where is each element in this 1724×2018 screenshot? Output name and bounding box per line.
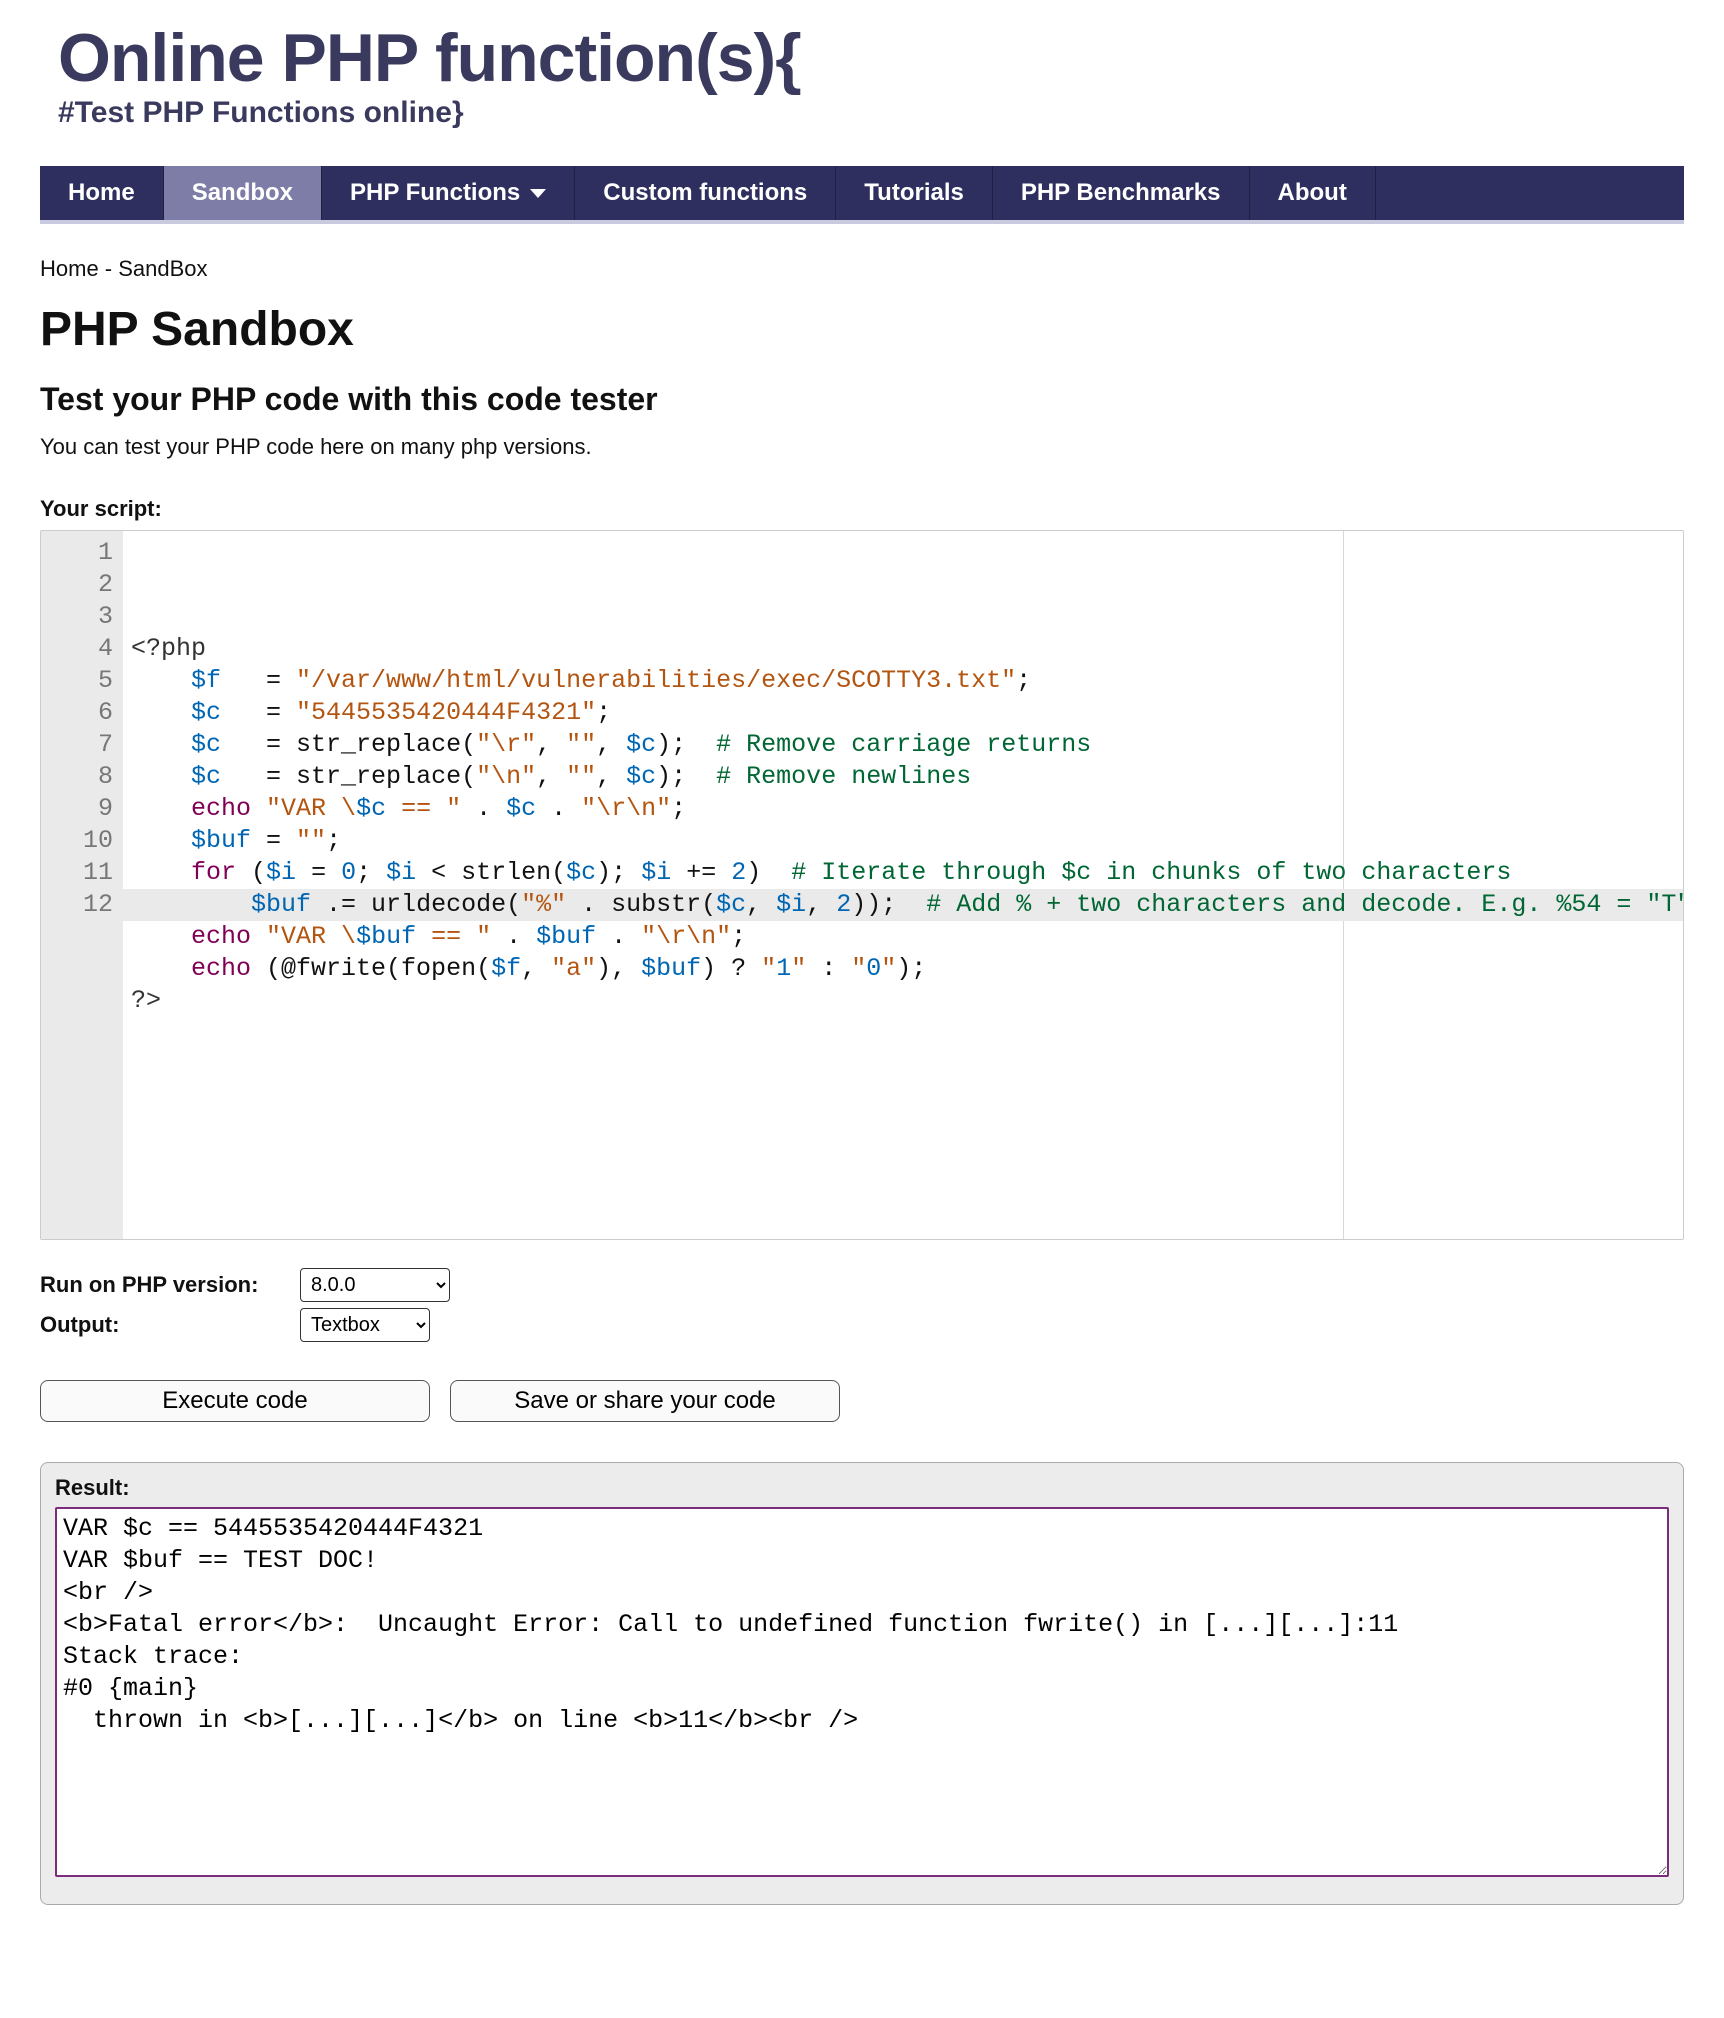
- save-share-button[interactable]: Save or share your code: [450, 1380, 840, 1422]
- nav-item-sandbox[interactable]: Sandbox: [164, 166, 322, 220]
- page-subtitle: Test your PHP code with this code tester: [40, 381, 1684, 418]
- nav-item-about[interactable]: About: [1250, 166, 1376, 220]
- chevron-down-icon: [530, 189, 546, 198]
- code-line[interactable]: $c = str_replace("\n", "", $c); # Remove…: [131, 761, 1675, 793]
- php-version-select[interactable]: 8.0.0: [300, 1268, 450, 1302]
- output-format-select[interactable]: Textbox: [300, 1308, 430, 1342]
- breadcrumb-sep: -: [99, 256, 119, 281]
- code-line[interactable]: $f = "/var/www/html/vulnerabilities/exec…: [131, 665, 1675, 697]
- gutter-line: 3: [57, 601, 113, 633]
- code-line[interactable]: ?>: [131, 985, 1675, 1017]
- gutter-line: 1: [57, 537, 113, 569]
- gutter-line: 2: [57, 569, 113, 601]
- code-line[interactable]: echo "VAR \$buf == " . $buf . "\r\n";: [131, 921, 1675, 953]
- gutter-line: 8: [57, 761, 113, 793]
- execute-button[interactable]: Execute code: [40, 1380, 430, 1422]
- code-editor[interactable]: 123456789101112 <?php $f = "/var/www/htm…: [40, 530, 1684, 1240]
- editor-codepane[interactable]: <?php $f = "/var/www/html/vulnerabilitie…: [123, 531, 1683, 1239]
- nav-item-php-benchmarks[interactable]: PHP Benchmarks: [993, 166, 1250, 220]
- logo-title: Online PHP function(s){: [58, 24, 1684, 92]
- result-textarea[interactable]: [55, 1507, 1669, 1877]
- page-title: PHP Sandbox: [40, 302, 1684, 357]
- code-line[interactable]: $buf = "";: [131, 825, 1675, 857]
- site-logo: Online PHP function(s){ #Test PHP Functi…: [40, 0, 1684, 140]
- nav-item-home[interactable]: Home: [40, 166, 164, 220]
- gutter-line: 9: [57, 793, 113, 825]
- code-line[interactable]: echo (@fwrite(fopen($f, "a"), $buf) ? "1…: [131, 953, 1675, 985]
- gutter-line: 5: [57, 665, 113, 697]
- code-line[interactable]: for ($i = 0; $i < strlen($c); $i += 2) #…: [131, 857, 1675, 889]
- gutter-line: 11: [57, 857, 113, 889]
- code-line[interactable]: <?php: [131, 633, 1675, 665]
- code-line[interactable]: echo "VAR \$c == " . $c . "\r\n";: [131, 793, 1675, 825]
- gutter-line: 6: [57, 697, 113, 729]
- nav-item-tutorials[interactable]: Tutorials: [836, 166, 993, 220]
- output-format-label: Output:: [40, 1312, 300, 1338]
- gutter-line: 7: [57, 729, 113, 761]
- main-nav: HomeSandboxPHP FunctionsCustom functions…: [40, 166, 1684, 224]
- lead-text: You can test your PHP code here on many …: [40, 434, 1684, 460]
- gutter-line: 12: [57, 889, 113, 921]
- code-line[interactable]: $buf .= urldecode("%" . substr($c, $i, 2…: [131, 889, 1675, 921]
- logo-subtitle: #Test PHP Functions online}: [58, 96, 1684, 130]
- breadcrumb-home[interactable]: Home: [40, 256, 99, 281]
- breadcrumb: Home - SandBox: [40, 256, 1684, 282]
- php-version-label: Run on PHP version:: [40, 1272, 300, 1298]
- gutter-line: 4: [57, 633, 113, 665]
- gutter-line: 10: [57, 825, 113, 857]
- editor-gutter: 123456789101112: [41, 531, 123, 1239]
- result-panel: Result:: [40, 1462, 1684, 1905]
- code-line[interactable]: $c = str_replace("\r", "", $c); # Remove…: [131, 729, 1675, 761]
- nav-item-custom-functions[interactable]: Custom functions: [575, 166, 836, 220]
- nav-item-php-functions[interactable]: PHP Functions: [322, 166, 575, 220]
- breadcrumb-current: SandBox: [118, 256, 207, 281]
- code-line[interactable]: $c = "5445535420444F4321";: [131, 697, 1675, 729]
- script-label: Your script:: [40, 496, 1684, 522]
- result-label: Result:: [55, 1475, 1669, 1501]
